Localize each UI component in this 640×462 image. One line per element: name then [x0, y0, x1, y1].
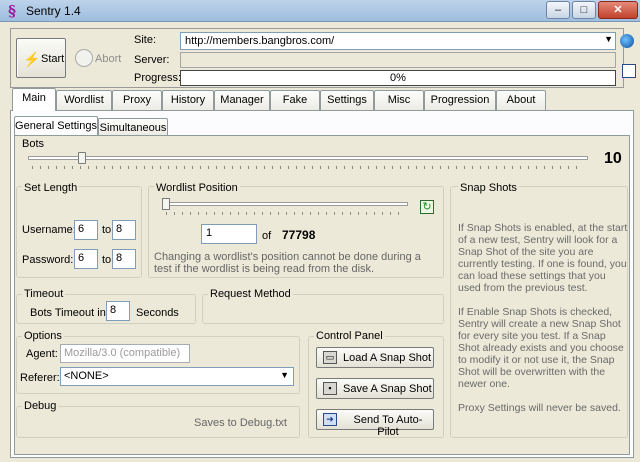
- send-to-autopilot-label: Send To Auto-Pilot: [353, 414, 423, 438]
- referer-value: <NONE>: [64, 370, 109, 382]
- load-snap-shot-button[interactable]: ▭ Load A Snap Shot: [316, 347, 434, 368]
- close-icon: ✕: [613, 4, 623, 16]
- debug-title: Debug: [22, 400, 59, 412]
- snap-shots-title: Snap Shots: [458, 182, 519, 194]
- wordlist-slider-thumb[interactable]: [162, 198, 170, 210]
- close-button[interactable]: ✕: [598, 1, 638, 19]
- tab-manager[interactable]: Manager: [214, 90, 270, 110]
- snap-shots-para-3: Proxy Settings will never be saved.: [458, 402, 621, 414]
- window-icon[interactable]: [622, 64, 636, 78]
- title-bar[interactable]: § Sentry 1.4 – □ ✕: [0, 0, 640, 22]
- subtab-general-settings[interactable]: General Settings: [14, 116, 98, 135]
- chevron-down-icon[interactable]: ▼: [604, 34, 613, 44]
- referer-label: Referer:: [20, 372, 60, 384]
- wordlist-note: Changing a wordlist's position cannot be…: [154, 251, 421, 275]
- tab-proxy[interactable]: Proxy: [112, 90, 162, 110]
- bots-title: Bots: [22, 138, 45, 150]
- tab-main[interactable]: Main: [12, 88, 56, 111]
- window-title: Sentry 1.4: [26, 4, 81, 18]
- site-value: http://members.bangbros.com/: [185, 35, 335, 47]
- set-length-title: Set Length: [22, 182, 80, 194]
- snap-shots-description: If Snap Shots is enabled, at the start o…: [458, 222, 628, 426]
- wordlist-position-input[interactable]: 1: [201, 224, 257, 244]
- chevron-down-icon[interactable]: ▼: [280, 370, 289, 380]
- progress-label: Progress:: [134, 72, 182, 84]
- tab-about[interactable]: About: [496, 90, 546, 110]
- agent-label: Agent:: [26, 348, 58, 360]
- app-icon: §: [8, 2, 16, 20]
- minimize-icon: –: [554, 4, 562, 16]
- site-label: Site:: [134, 34, 157, 46]
- password-min-input[interactable]: 6: [74, 249, 98, 269]
- abort-label: Abort: [95, 53, 122, 65]
- abort-icon: [75, 49, 93, 67]
- server-field: [180, 52, 616, 68]
- snap-shots-para-2: If Enable Snap Shots is checked, Sentry …: [458, 306, 624, 390]
- arrow-right-icon: ➜: [323, 413, 337, 426]
- wordlist-of-label: of: [262, 230, 272, 242]
- site-combo[interactable]: http://members.bangbros.com/ ▼: [180, 32, 616, 50]
- tab-misc[interactable]: Misc: [374, 90, 424, 110]
- wordlist-slider-ticks: [166, 212, 404, 215]
- password-max-input[interactable]: 8: [112, 249, 136, 269]
- subtab-simultaneous[interactable]: Simultaneous: [98, 118, 168, 135]
- control-panel-title: Control Panel: [314, 330, 385, 342]
- refresh-icon[interactable]: ↻: [420, 200, 434, 214]
- tab-progression[interactable]: Progression: [424, 90, 496, 110]
- debug-text: Saves to Debug.txt: [194, 417, 287, 429]
- timeout-input[interactable]: 8: [106, 301, 130, 321]
- progress-text: 0%: [390, 72, 406, 84]
- server-label: Server:: [134, 54, 170, 66]
- tab-settings[interactable]: Settings: [320, 90, 374, 110]
- timeout-label: Bots Timeout in: [30, 307, 106, 319]
- password-label: Password:: [22, 254, 74, 266]
- start-button[interactable]: ⚡ Start: [16, 38, 66, 78]
- username-to-label: to: [102, 224, 112, 236]
- wordlist-position-title: Wordlist Position: [154, 182, 240, 194]
- bots-value: 10: [604, 150, 622, 167]
- send-to-autopilot-button[interactable]: ➜ Send To Auto-Pilot: [316, 409, 434, 438]
- tab-history[interactable]: History: [162, 90, 214, 110]
- password-to-label: to: [102, 254, 112, 266]
- maximize-icon: □: [580, 4, 588, 16]
- wordlist-total: 77798: [282, 228, 316, 242]
- abort-button[interactable]: Abort: [70, 38, 124, 78]
- lightning-icon: ⚡: [23, 51, 41, 67]
- bots-slider-track[interactable]: [28, 156, 588, 160]
- folder-icon: ▭: [323, 351, 337, 364]
- agent-input[interactable]: Mozilla/3.0 (compatible): [60, 344, 190, 363]
- timeout-title: Timeout: [22, 288, 66, 300]
- globe-icon[interactable]: [620, 34, 634, 48]
- minimize-button[interactable]: –: [546, 1, 570, 19]
- tab-wordlist[interactable]: Wordlist: [56, 90, 112, 110]
- referer-select[interactable]: <NONE> ▼: [60, 367, 294, 386]
- progress-bar: 0%: [180, 70, 616, 86]
- options-title: Options: [22, 330, 64, 342]
- username-label: Username:: [22, 224, 76, 236]
- snap-shots-para-1: If Snap Shots is enabled, at the start o…: [458, 222, 628, 294]
- username-min-input[interactable]: 6: [74, 220, 98, 240]
- load-snap-shot-label: Load A Snap Shot: [343, 352, 432, 364]
- main-tab-bar: Main Wordlist Proxy History Manager Fake…: [10, 88, 634, 111]
- tab-fake[interactable]: Fake: [270, 90, 320, 110]
- save-snap-shot-button[interactable]: ▪ Save A Snap Shot: [316, 378, 434, 399]
- bots-slider-thumb[interactable]: [78, 152, 86, 164]
- start-label: Start: [41, 53, 65, 65]
- save-snap-shot-label: Save A Snap Shot: [343, 383, 432, 395]
- request-method-title: Request Method: [208, 288, 293, 300]
- timeout-unit: Seconds: [136, 307, 179, 319]
- maximize-button[interactable]: □: [572, 1, 596, 19]
- bots-slider-ticks: [32, 166, 584, 169]
- wordlist-slider-track[interactable]: [162, 202, 408, 206]
- save-icon: ▪: [323, 382, 337, 395]
- username-max-input[interactable]: 8: [112, 220, 136, 240]
